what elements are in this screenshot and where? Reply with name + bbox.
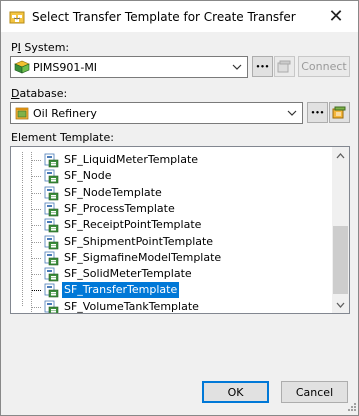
element-template-icon — [44, 218, 59, 233]
tree-item-label: SF_LiquidMeterTemplate — [64, 153, 199, 166]
database-value: Oil Refinery — [33, 106, 97, 120]
database-label: Database: — [11, 87, 68, 100]
properties-icon — [332, 106, 346, 119]
tree-item[interactable]: SF_ReceiptPointTemplate — [11, 217, 334, 234]
tree-item-label: SF_ShipmentPointTemplate — [64, 234, 214, 248]
tree-item[interactable]: SF_TransferTemplate — [11, 282, 334, 299]
close-button[interactable]: ✕ — [314, 1, 358, 31]
tree-item-label: SF_Node — [64, 169, 112, 183]
chevron-down-icon[interactable] — [285, 106, 299, 120]
tree-item-label: SF_SolidMeterTemplate — [64, 267, 192, 281]
tree-item[interactable]: SF_ShipmentPointTemplate — [11, 233, 334, 250]
tree-item-label: SF_TransferTemplate — [62, 282, 180, 299]
window-title: Select Transfer Template for Create Tran… — [32, 10, 296, 24]
pi-system-browse-button[interactable]: ••• — [252, 56, 273, 77]
connect-button[interactable]: Connect — [298, 56, 350, 77]
tree-item[interactable]: SF_SolidMeterTemplate — [11, 266, 334, 283]
tree-item[interactable]: SF_Node — [11, 168, 334, 185]
database-properties-button[interactable] — [329, 102, 350, 123]
scroll-down-button[interactable] — [332, 296, 349, 313]
dialog-window: Select Transfer Template for Create Tran… — [0, 0, 359, 416]
pi-system-properties-button[interactable] — [274, 56, 295, 77]
ellipsis-icon: ••• — [310, 108, 325, 117]
scroll-up-button[interactable] — [332, 147, 349, 164]
pi-server-icon — [14, 60, 30, 74]
pi-system-label: PI System: — [11, 41, 70, 54]
tree-item-label: SF_NodeTemplate — [64, 185, 162, 199]
element-template-icon — [44, 202, 59, 217]
vertical-scrollbar[interactable] — [332, 147, 349, 313]
pi-system-value: PIMS901-MI — [33, 60, 98, 74]
element-template-icon — [44, 235, 59, 249]
scrollbar-thumb[interactable] — [333, 226, 348, 294]
element-template-label: Element Template: — [11, 131, 114, 144]
chevron-up-icon — [336, 152, 345, 158]
pi-system-combo[interactable]: PIMS901-MI — [10, 56, 248, 78]
element-template-icon — [44, 283, 59, 298]
chevron-down-icon — [336, 302, 345, 308]
element-template-icon — [44, 267, 59, 282]
tree-item[interactable]: SF_VolumeTankTemplate — [11, 298, 334, 313]
properties-icon — [277, 60, 291, 73]
tree-item[interactable]: SF_SigmafineModelTemplate — [11, 249, 334, 266]
tree-item[interactable]: SF_ProcessTemplate — [11, 200, 334, 217]
ellipsis-icon: ••• — [255, 62, 270, 71]
app-icon — [9, 11, 25, 24]
element-template-icon — [44, 186, 59, 200]
ok-button[interactable]: OK — [202, 381, 269, 403]
tree-item-label: SF_ProcessTemplate — [64, 201, 175, 215]
resize-grip-icon[interactable] — [345, 402, 357, 414]
title-bar: Select Transfer Template for Create Tran… — [1, 1, 358, 32]
tree-item-label: SF_VolumeTankTemplate — [64, 299, 199, 313]
database-combo[interactable]: Oil Refinery — [10, 102, 303, 124]
chevron-down-icon[interactable] — [230, 60, 244, 74]
close-icon: ✕ — [328, 5, 344, 27]
cancel-button[interactable]: Cancel — [281, 381, 348, 403]
element-template-tree[interactable]: SF_LiquidMeterTemplate SF_Node SF_NodeTemp… — [10, 146, 350, 314]
tree-item[interactable]: SF_LiquidMeterTemplate — [11, 152, 334, 168]
tree-item[interactable]: SF_NodeTemplate — [11, 184, 334, 201]
tree-item-label: SF_ReceiptPointTemplate — [64, 218, 202, 232]
element-template-icon — [44, 153, 59, 168]
element-template-icon — [44, 251, 59, 266]
element-template-icon — [44, 300, 59, 313]
element-template-icon — [44, 169, 59, 184]
database-icon — [15, 107, 29, 120]
tree-item-label: SF_SigmafineModelTemplate — [64, 250, 222, 264]
database-browse-button[interactable]: ••• — [307, 102, 328, 123]
